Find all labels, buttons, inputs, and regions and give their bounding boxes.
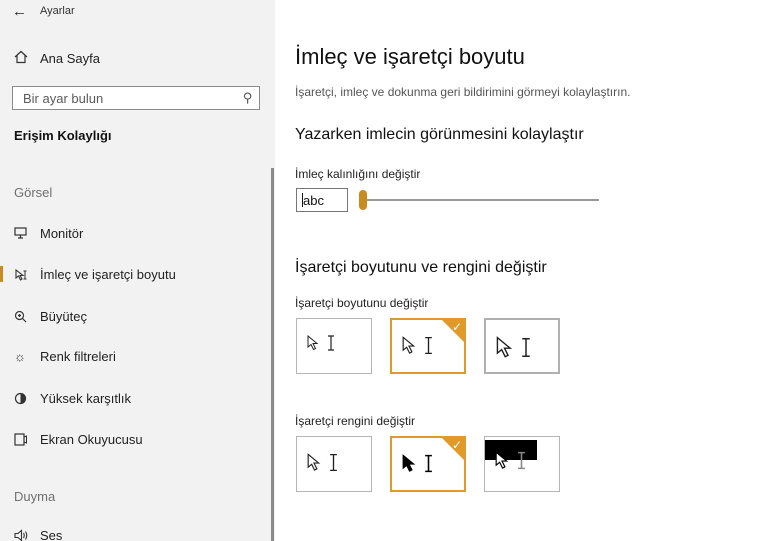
section-label-visual: Görsel <box>14 185 53 200</box>
pointer-size-option-large[interactable] <box>484 318 560 374</box>
preview-text: abc <box>303 193 324 208</box>
sidebar-item-label: İmleç ve işaretçi boyutu <box>40 266 176 282</box>
home-label: Ana Sayfa <box>40 50 100 66</box>
contrast-icon <box>14 392 40 405</box>
text-cursor-icon <box>425 336 432 355</box>
cursor-section-heading: Yazarken imlecin görünmesini kolaylaştır <box>295 126 584 143</box>
checkmark-icon: ✓ <box>451 438 462 452</box>
pointer-size-option-small[interactable] <box>296 318 372 374</box>
app-title: Ayarlar <box>40 5 75 17</box>
section-label-hearing: Duyma <box>14 489 56 504</box>
home-icon <box>14 50 40 67</box>
pointer-size-option-medium[interactable]: ✓ <box>390 318 466 374</box>
cursor-thickness-slider[interactable] <box>359 190 599 210</box>
slider-track <box>359 199 599 201</box>
checkmark-icon: ✓ <box>451 320 462 334</box>
pointer-section-heading: İşaretçi boyutunu ve rengini değiştir <box>295 259 547 276</box>
title-bar: ← Ayarlar <box>12 2 75 20</box>
sidebar: ← Ayarlar Ana Sayfa ⚲ Erişim Kolaylığı G… <box>0 0 275 541</box>
sidebar-item-cursor-pointer-size[interactable]: İmleç ve işaretçi boyutu <box>0 261 270 287</box>
back-arrow-icon[interactable]: ← <box>12 3 38 20</box>
sidebar-item-label: Ekran Okuyucusu <box>40 431 143 447</box>
search-box[interactable]: ⚲ <box>12 86 260 110</box>
text-cursor-icon <box>328 335 334 351</box>
pointer-color-option-black[interactable]: ✓ <box>390 436 466 492</box>
pointer-icon <box>14 268 40 281</box>
search-input[interactable] <box>23 90 223 106</box>
sidebar-item-magnifier[interactable]: Büyüteç <box>0 303 270 329</box>
main-content: İmleç ve işaretçi boyutu İşaretçi, imleç… <box>275 0 768 541</box>
page-description: İşaretçi, imleç ve dokunma geri bildirim… <box>295 85 631 99</box>
pointer-color-option-white[interactable] <box>296 436 372 492</box>
brightness-icon: ☼ <box>14 348 26 364</box>
arrow-pointer-icon <box>495 451 509 469</box>
arrow-pointer-icon <box>496 336 513 358</box>
sidebar-item-label: Ses <box>40 527 63 541</box>
sidebar-item-high-contrast[interactable]: Yüksek karşıtlık <box>0 385 270 411</box>
sidebar-scrollbar[interactable] <box>271 168 274 541</box>
arrow-pointer-icon <box>307 453 321 471</box>
pointer-size-label: İşaretçi boyutunu değiştir <box>295 296 429 310</box>
sidebar-item-label: Renk filtreleri <box>40 348 116 364</box>
arrow-pointer-icon <box>307 335 319 351</box>
home-link[interactable]: Ana Sayfa <box>14 48 100 68</box>
sidebar-item-label: Yüksek karşıtlık <box>40 390 132 406</box>
page-title: İmleç ve işaretçi boyutu <box>295 44 525 69</box>
text-cursor-icon <box>518 451 525 470</box>
sidebar-item-audio[interactable]: Ses <box>0 522 270 541</box>
pointer-color-option-inverted[interactable] <box>484 436 560 492</box>
magnifier-icon <box>14 310 40 323</box>
sidebar-item-narrator[interactable]: Ekran Okuyucusu <box>0 426 270 452</box>
cursor-thickness-label: İmleç kalınlığını değiştir <box>295 167 421 181</box>
text-cursor-icon <box>425 454 432 473</box>
arrow-pointer-icon <box>402 336 416 354</box>
sidebar-item-color-filters[interactable]: ☼ Renk filtreleri <box>0 343 270 369</box>
speaker-icon <box>14 528 40 541</box>
text-cursor-icon <box>522 338 530 357</box>
pointer-color-label: İşaretçi rengini değiştir <box>295 414 416 428</box>
category-title: Erişim Kolaylığı <box>14 128 112 143</box>
arrow-pointer-icon <box>402 454 416 472</box>
sidebar-item-monitor[interactable]: Monitör <box>0 220 270 246</box>
monitor-icon <box>14 227 40 239</box>
narrator-icon <box>14 432 40 446</box>
sidebar-item-label: Büyüteç <box>40 308 87 324</box>
sidebar-item-label: Monitör <box>40 225 84 241</box>
text-cursor-icon <box>330 453 337 472</box>
cursor-preview: abc <box>296 188 348 212</box>
slider-thumb[interactable] <box>359 190 367 210</box>
search-icon[interactable]: ⚲ <box>243 90 253 106</box>
